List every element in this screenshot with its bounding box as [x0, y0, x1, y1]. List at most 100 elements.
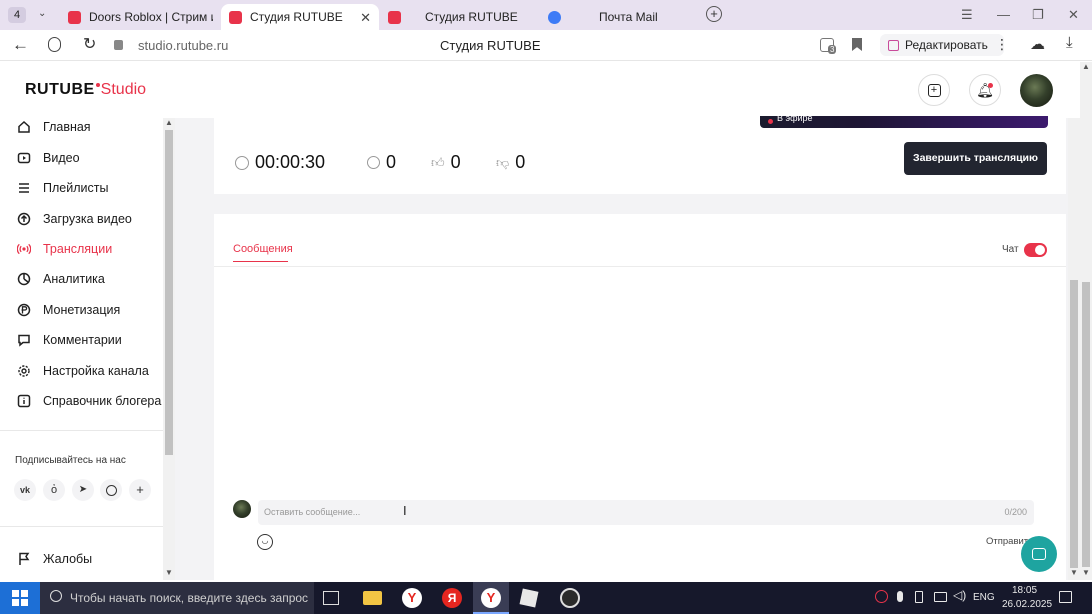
task-view-icon[interactable]	[323, 591, 339, 605]
sidebar-item-label: Главная	[43, 120, 91, 134]
tab-messages[interactable]: Сообщения	[233, 243, 293, 255]
clock-date[interactable]: 26.02.2025	[1002, 599, 1052, 610]
taskbar-search[interactable]: Чтобы начать поиск, введите здесь запрос	[40, 582, 314, 614]
file-explorer-icon[interactable]	[363, 591, 382, 605]
more-icon[interactable]: +	[129, 479, 151, 501]
viewers-value: 0	[386, 152, 397, 172]
notifications-center-icon[interactable]	[1059, 591, 1072, 603]
sidebar-item-label: Аналитика	[43, 272, 105, 286]
bookmark-icon[interactable]	[852, 38, 862, 51]
network-icon[interactable]	[934, 592, 947, 602]
yandex-browser-active-icon[interactable]: Y	[481, 588, 501, 608]
reload-icon[interactable]: ↻	[83, 34, 96, 54]
sidebar-item-complaints[interactable]: Жалобы	[16, 548, 92, 570]
battery-icon[interactable]	[915, 591, 923, 603]
telegram-icon[interactable]: ➤	[72, 479, 94, 501]
messages-area	[214, 267, 1066, 493]
tabs-dropdown-icon[interactable]: ⌄	[38, 8, 46, 19]
taskbar-search-placeholder: Чтобы начать поиск, введите здесь запрос	[70, 591, 309, 605]
yandex-icon[interactable]: Я	[442, 588, 462, 608]
download-icon[interactable]: ⤓	[1066, 34, 1073, 51]
sidebar-item-comments[interactable]: Комментарии	[16, 329, 122, 351]
scroll-up-arrow-icon[interactable]: ▲	[165, 118, 173, 127]
tab-counter[interactable]: 4	[8, 7, 26, 23]
scroll-down-arrow-icon[interactable]: ▼	[165, 568, 173, 577]
emoji-button[interactable]: ◡	[257, 534, 273, 550]
tab-studio-rutube-active[interactable]: Студия RUTUBE ✕	[221, 4, 379, 30]
main-scroll-down-icon[interactable]: ▼	[1070, 568, 1078, 577]
browser-menu-icon[interactable]: ☰	[961, 7, 973, 23]
chat-toggle[interactable]	[1024, 243, 1047, 257]
home-icon	[16, 119, 32, 135]
start-button[interactable]	[0, 582, 40, 614]
volume-icon[interactable]: ◁)	[953, 588, 966, 602]
obs-icon[interactable]	[560, 588, 580, 608]
edit-button[interactable]: Редактировать	[880, 34, 1004, 56]
message-input[interactable]: Оставить сообщение... I 0/200	[258, 500, 1034, 525]
restore-icon[interactable]: ❐	[1032, 7, 1044, 23]
analytics-icon	[16, 271, 32, 287]
back-arrow-icon[interactable]: ←	[12, 35, 29, 55]
microphone-icon[interactable]	[897, 591, 903, 602]
sidebar-item-home[interactable]: Главная	[16, 116, 91, 138]
language-indicator[interactable]: ENG	[973, 592, 995, 603]
tab-studio-rutube[interactable]: Студия RUTUBE	[380, 4, 538, 30]
stream-stats-card: В эфире 00:00:30 0 👍︎ 0 👎︎ 0 Завершить т…	[214, 113, 1066, 194]
main-scrollbar[interactable]: ▼	[1068, 118, 1080, 580]
tab-title: Почта Mail	[599, 10, 658, 24]
close-window-icon[interactable]: ✕	[1068, 7, 1079, 23]
monetization-icon	[16, 302, 32, 318]
sidebar-item-channel-settings[interactable]: Настройка канала	[16, 360, 149, 382]
clock-time[interactable]: 18:05	[1012, 585, 1037, 596]
rutube-studio-favicon-icon	[388, 10, 401, 24]
live-dot-icon	[768, 119, 773, 124]
tab-doors-roblox[interactable]: Doors Roblox | Стрим игр	[60, 4, 220, 30]
roblox-icon[interactable]	[519, 588, 539, 608]
flag-icon	[16, 551, 32, 567]
sidebar-item-label: Видео	[43, 151, 80, 165]
sidebar-item-broadcasts[interactable]: Трансляции	[16, 238, 112, 260]
thumbs-down-icon: 👎︎	[496, 154, 510, 170]
sidebar-scroll-thumb[interactable]	[165, 130, 173, 455]
sidebar-item-video[interactable]: Видео	[16, 147, 80, 169]
main-content: В эфире 00:00:30 0 👍︎ 0 👎︎ 0 Завершить т…	[175, 113, 1080, 580]
new-tab-button[interactable]: +	[706, 6, 722, 22]
edit-label: Редактировать	[905, 38, 988, 52]
end-stream-button[interactable]: Завершить трансляцию	[904, 142, 1047, 175]
sidebar-item-monetization[interactable]: Монетизация	[16, 299, 120, 321]
help-chat-button[interactable]	[1021, 536, 1057, 572]
close-tab-icon[interactable]: ✕	[360, 10, 371, 26]
plus-square-icon: +	[927, 83, 941, 97]
sidebar-item-analytics[interactable]: Аналитика	[16, 268, 105, 290]
sidebar-item-playlists[interactable]: Плейлисты	[16, 177, 108, 199]
minimize-icon[interactable]: —	[997, 7, 1010, 22]
cloud-upload-icon[interactable]: ☁	[1030, 35, 1045, 53]
url-field[interactable]: studio.rutube.ru Студия RUTUBE 3	[106, 35, 872, 57]
likes-value: 0	[450, 152, 461, 172]
sidebar-item-blogger-guide[interactable]: Справочник блогера	[16, 390, 161, 412]
viber-icon[interactable]	[100, 479, 122, 501]
sidebar-item-upload[interactable]: Загрузка видео	[16, 208, 132, 230]
page-scrollbar[interactable]: ▲ ▼	[1080, 62, 1092, 580]
avatar[interactable]	[1020, 74, 1053, 107]
sidebar-divider-bottom	[0, 526, 163, 527]
page-scroll-down-icon[interactable]: ▼	[1082, 568, 1090, 577]
toggle-knob	[1035, 245, 1045, 255]
tray-sync-icon[interactable]	[875, 590, 888, 603]
add-content-button[interactable]: +	[918, 74, 950, 106]
tab-mail[interactable]: Почта Mail	[540, 4, 698, 30]
vk-icon[interactable]: vk	[14, 479, 36, 501]
more-vertical-icon[interactable]: ⋮	[995, 36, 1009, 53]
main-scroll-thumb[interactable]	[1070, 280, 1078, 568]
lock-icon	[114, 40, 123, 50]
page-scroll-thumb[interactable]	[1082, 282, 1090, 567]
page-scroll-up-icon[interactable]: ▲	[1082, 62, 1090, 71]
yandex-browser-icon[interactable]: Y	[402, 588, 422, 608]
likes-stat: 👍︎ 0	[431, 152, 461, 173]
tab-messages-underline	[233, 261, 288, 262]
ok-icon[interactable]: ὀ	[43, 479, 65, 501]
rutube-studio-logo[interactable]: RUTUBE Studio	[25, 81, 146, 99]
yandex-protect-icon[interactable]	[48, 37, 61, 52]
notifications-button[interactable]: 🔔︎	[969, 74, 1001, 106]
sidebar-scrollbar[interactable]: ▲ ▼	[163, 118, 175, 580]
